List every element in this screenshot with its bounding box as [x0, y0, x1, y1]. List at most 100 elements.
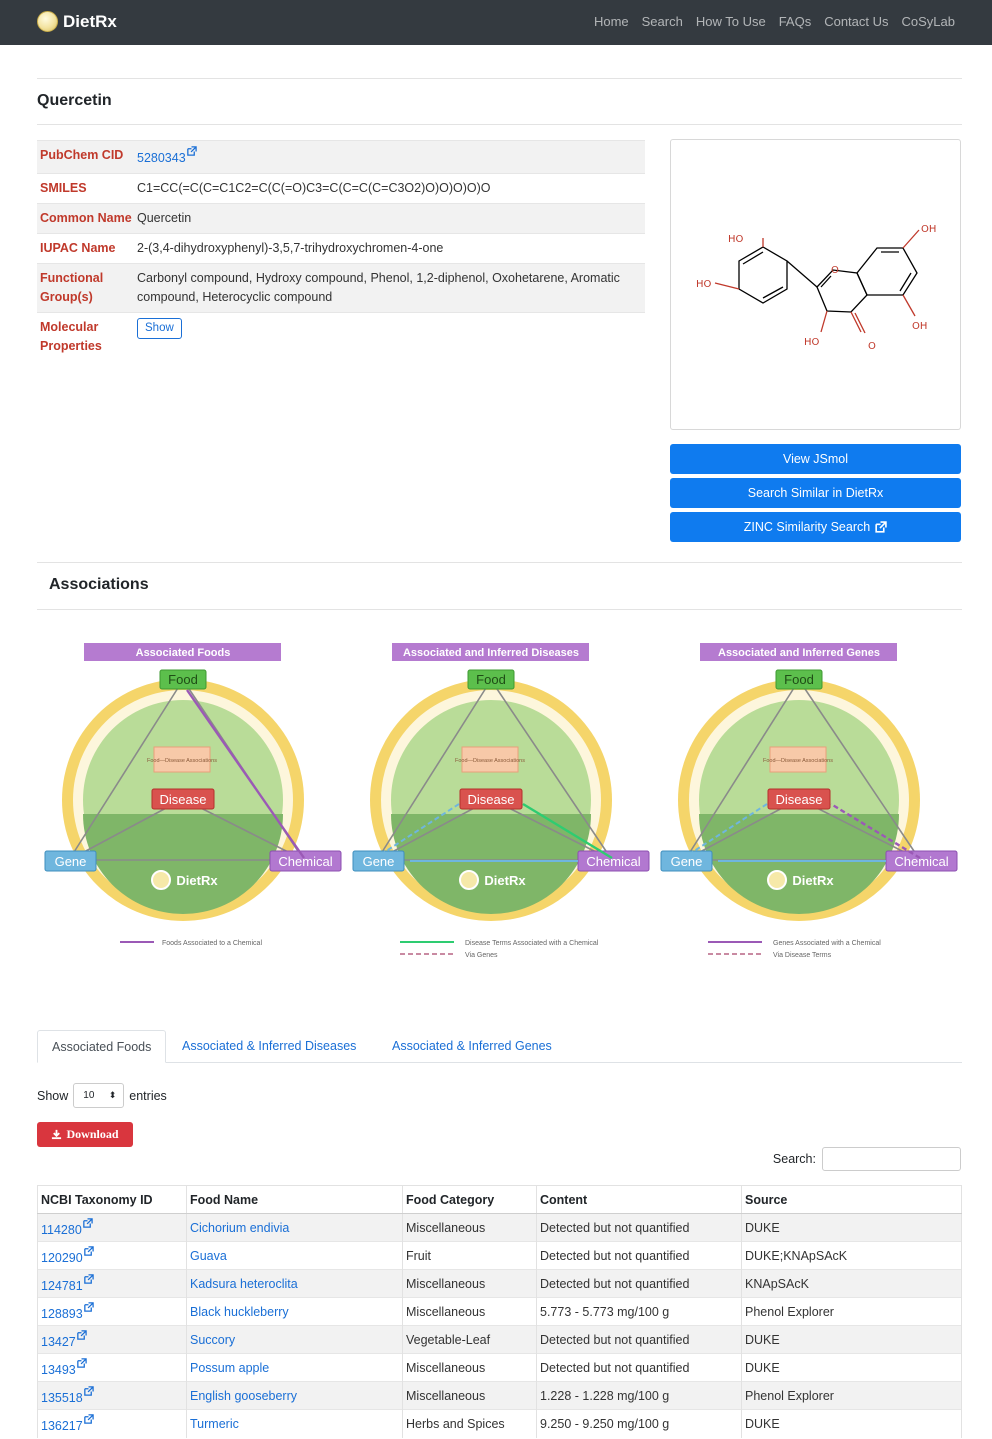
- divider: [37, 78, 962, 79]
- tab-associated-genes[interactable]: Associated & Inferred Genes: [378, 1030, 566, 1063]
- pubchem-cid-link[interactable]: 5280343: [137, 151, 186, 165]
- table-search: Search:: [773, 1147, 961, 1171]
- food-name-link[interactable]: Guava: [190, 1249, 227, 1263]
- taxonomy-link[interactable]: 120290: [41, 1251, 83, 1265]
- association-diagram: Associated Foods Food Disease Gene Chemical D…: [44, 643, 342, 947]
- info-value: 2-(3,4-dihydroxyphenyl)-3,5,7-trihydroxy…: [137, 241, 444, 256]
- taxonomy-link[interactable]: 135518: [41, 1391, 83, 1405]
- chemical-label: Chemical: [586, 854, 640, 869]
- taxonomy-link[interactable]: 128893: [41, 1307, 83, 1321]
- food-name-link[interactable]: Possum apple: [190, 1361, 269, 1375]
- taxonomy-cell: 128893: [37, 1297, 187, 1326]
- taxonomy-link[interactable]: 124781: [41, 1279, 83, 1293]
- table-row: 13427 Succory Vegetable-Leaf Detected but n…: [37, 1325, 962, 1354]
- external-link-icon[interactable]: [83, 1386, 94, 1397]
- search-input[interactable]: [822, 1147, 961, 1171]
- inner-lower: [83, 814, 283, 914]
- external-link-icon[interactable]: [76, 1330, 87, 1341]
- column-header[interactable]: Food Category: [402, 1185, 537, 1214]
- diagram-banner: Associated and Inferred Diseases: [403, 647, 579, 659]
- diagram-associated-genes: Associated and Inferred Genes Food Disease…: [658, 640, 958, 970]
- foods-table: NCBI Taxonomy ID Food Name Food Category…: [37, 1185, 962, 1438]
- info-label: PubChem CID: [40, 148, 124, 162]
- table-row: 13493 Possum apple Miscellaneous Detected b…: [37, 1353, 962, 1382]
- column-header[interactable]: Food Name: [186, 1185, 403, 1214]
- taxonomy-link[interactable]: 136217: [41, 1419, 83, 1433]
- download-label: Download: [66, 1127, 119, 1141]
- page-size-select[interactable]: 10: [73, 1083, 125, 1108]
- zinc-similarity-button[interactable]: ZINC Similarity Search: [670, 512, 961, 542]
- disease-label: Disease: [776, 792, 823, 807]
- disease-label: Disease: [468, 792, 515, 807]
- external-link-icon[interactable]: [83, 1414, 94, 1425]
- diagram-associated-foods: Associated Foods Food Disease Gene Chemical D…: [42, 640, 342, 970]
- structure-label: O: [868, 341, 876, 352]
- show-properties-button[interactable]: Show: [137, 318, 182, 340]
- food-name-cell: Possum apple: [186, 1353, 403, 1382]
- food-category-cell: Miscellaneous: [402, 1297, 537, 1326]
- diagram-banner: Associated and Inferred Genes: [718, 647, 880, 659]
- food-name-cell: Cichorium endivia: [186, 1213, 403, 1242]
- taxonomy-cell: 124781: [37, 1269, 187, 1298]
- food-label: Food: [784, 672, 814, 687]
- external-link-icon[interactable]: [186, 146, 197, 157]
- food-category-cell: Miscellaneous: [402, 1213, 537, 1242]
- column-header[interactable]: Source: [741, 1185, 962, 1214]
- legend-label: Via Genes: [465, 952, 498, 959]
- food-name-link[interactable]: English gooseberry: [190, 1389, 297, 1403]
- external-link-icon[interactable]: [83, 1246, 94, 1257]
- gene-label: Gene: [671, 854, 703, 869]
- source-cell: DUKE: [741, 1409, 962, 1438]
- legend-label: Via Disease Terms: [773, 952, 832, 959]
- text-mining-label: Food—Disease Associations: [763, 758, 833, 764]
- food-category-cell: Herbs and Spices: [402, 1409, 537, 1438]
- info-label: Molecular Properties: [40, 320, 102, 354]
- structure-label: HO: [728, 234, 744, 245]
- info-label: SMILES: [40, 181, 87, 196]
- food-category-cell: Fruit: [402, 1241, 537, 1270]
- logo-label: DietRx: [176, 873, 218, 888]
- nav-how-to-use[interactable]: How To Use: [696, 14, 766, 29]
- taxonomy-link[interactable]: 13427: [41, 1335, 76, 1349]
- external-link-icon[interactable]: [76, 1358, 87, 1369]
- search-similar-button[interactable]: Search Similar in DietRx: [670, 478, 961, 508]
- external-link-icon[interactable]: [83, 1302, 94, 1313]
- nav-search[interactable]: Search: [642, 14, 683, 29]
- food-name-link[interactable]: Kadsura heteroclita: [190, 1277, 298, 1291]
- content-cell: Detected but not quantified: [536, 1269, 742, 1298]
- info-row-smiles: SMILES C1=CC(=C(C=C1C2=C(C(=O)C3=C(C=C(C…: [37, 173, 645, 203]
- download-icon: [52, 1129, 62, 1140]
- taxonomy-link[interactable]: 13493: [41, 1363, 76, 1377]
- food-name-link[interactable]: Cichorium endivia: [190, 1221, 289, 1235]
- download-button[interactable]: Download: [37, 1122, 133, 1147]
- table-row: 124781 Kadsura heteroclita Miscellaneous De…: [37, 1269, 962, 1298]
- taxonomy-cell: 120290: [37, 1241, 187, 1270]
- nav-cosylab[interactable]: CoSyLab: [902, 14, 955, 29]
- table-row: 128893 Black huckleberry Miscellaneous 5.77…: [37, 1297, 962, 1326]
- view-jsmol-button[interactable]: View JSmol: [670, 444, 961, 474]
- nav-contact-us[interactable]: Contact Us: [824, 14, 888, 29]
- food-name-link[interactable]: Succory: [190, 1333, 235, 1347]
- column-header[interactable]: NCBI Taxonomy ID: [37, 1185, 187, 1214]
- food-name-link[interactable]: Black huckleberry: [190, 1305, 289, 1319]
- content-cell: Detected but not quantified: [536, 1213, 742, 1242]
- external-link-icon[interactable]: [83, 1274, 94, 1285]
- taxonomy-link[interactable]: 114280: [41, 1223, 82, 1237]
- food-label: Food: [168, 672, 198, 687]
- dietrx-logo-icon: [151, 870, 171, 890]
- external-link-icon[interactable]: [82, 1218, 93, 1229]
- association-diagram: Associated and Inferred Genes Food Disease…: [660, 643, 958, 959]
- nav-faqs[interactable]: FAQs: [779, 14, 812, 29]
- inner-lower: [391, 814, 591, 914]
- food-name-cell: English gooseberry: [186, 1381, 403, 1410]
- brand-link[interactable]: DietRx: [37, 11, 117, 32]
- nav-home[interactable]: Home: [594, 14, 629, 29]
- column-header[interactable]: Content: [536, 1185, 742, 1214]
- logo-label: DietRx: [792, 873, 834, 888]
- info-row-iupac: IUPAC Name 2-(3,4-dihydroxyphenyl)-3,5,7…: [37, 233, 645, 263]
- tab-associated-diseases[interactable]: Associated & Inferred Diseases: [168, 1030, 370, 1063]
- info-label: Common Name: [40, 211, 132, 226]
- food-name-link[interactable]: Turmeric: [190, 1417, 239, 1431]
- tab-associated-foods[interactable]: Associated Foods: [37, 1030, 167, 1063]
- navbar: DietRx Home Search How To Use FAQs Conta…: [0, 0, 992, 45]
